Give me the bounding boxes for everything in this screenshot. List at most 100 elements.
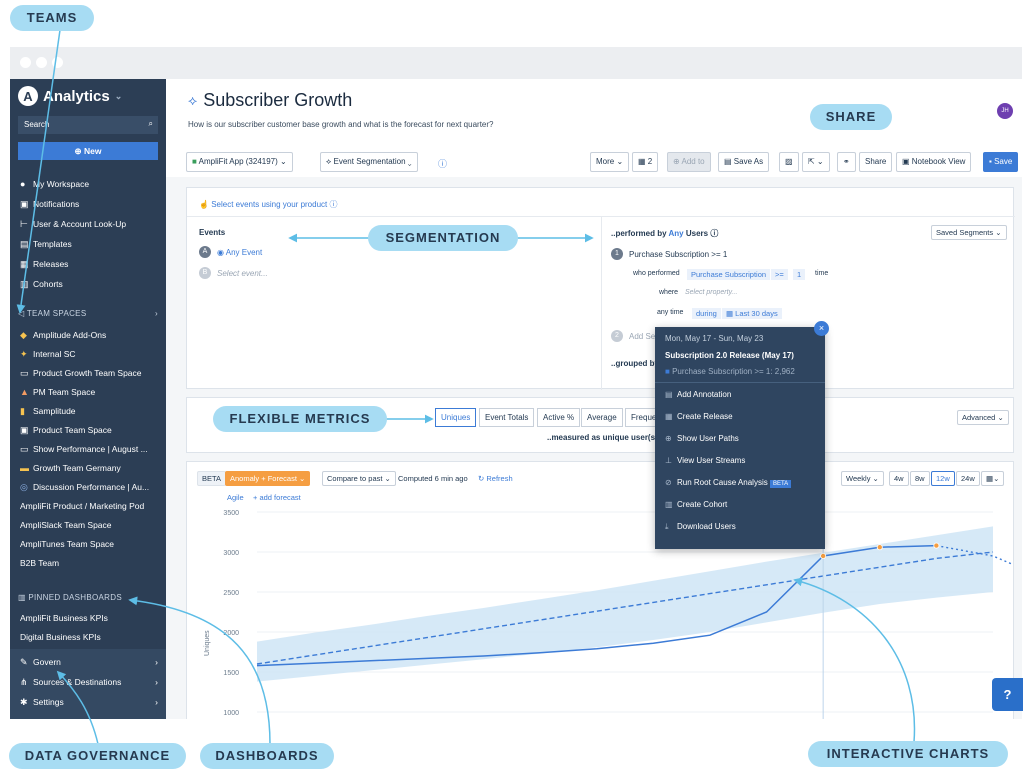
sidebar-item-my-workspace[interactable]: ● My Workspace [20,179,89,189]
chart-type-selector[interactable]: ⟡ Event Segmentation ⌄ [320,152,418,172]
sidebar-item-user-lookup[interactable]: ⊢ User & Account Look-Up [20,219,126,230]
metric-tab-active[interactable]: Active % [537,408,581,427]
new-button[interactable]: ⊕ New [18,142,158,160]
marketing-screenshot: A Analytics ⌄ Search ⌕ ⊕ New ● My Workspa… [0,0,1023,772]
any-selector[interactable]: Any [669,229,684,238]
popup-action-create-cohort[interactable]: ▥ Create Cohort [665,500,727,509]
metric-tab-label: Active % [543,413,575,422]
team-space-item[interactable]: AmpliFit Product / Marketing Pod [20,501,144,511]
date-range-chip[interactable]: ▦ Last 30 days [722,308,782,319]
team-space-item[interactable]: ▭ Product Growth Team Space [20,368,142,379]
team-space-item[interactable]: ◆ Amplitude Add-Ons [20,330,106,341]
metric-tab-event-totals[interactable]: Event Totals [479,408,535,427]
interval-selector[interactable]: Weekly ⌄ [841,471,884,486]
team-spaces-header[interactable]: ◁ TEAM SPACES › [18,309,158,318]
advanced-button[interactable]: Advanced ⌄ [957,410,1009,425]
line-chart[interactable]: 1000 1500 2000 2500 3000 3500 Uniques [187,500,1013,719]
page-title-text[interactable]: Subscriber Growth [203,90,352,111]
search-input[interactable]: Search ⌕ [18,116,158,134]
popup-action-user-streams[interactable]: ⊥ View User Streams [665,456,745,465]
popup-action-create-release[interactable]: ▦ Create Release [665,412,733,421]
more-button[interactable]: More ⌄ [590,152,630,172]
team-space-item[interactable]: ◎ Discussion Performance | Au... [20,482,149,493]
share-button[interactable]: Share [859,152,893,172]
popup-metric: ■ Purchase Subscription >= 1: 2,962 [665,367,795,376]
anomaly-forecast-label: Anomaly + Forecast [230,474,297,483]
pinned-dashboard-item[interactable]: AmpliFit Business KPIs [20,613,108,623]
team-space-item[interactable]: ▣ Product Team Space [20,425,112,436]
calendar-button[interactable]: ▦⌄ [981,471,1005,486]
comment-button[interactable]: ▨ [779,152,799,172]
plus-icon: ⊕ [74,146,84,156]
range-4w[interactable]: 4w [889,471,909,486]
popup-action-root-cause[interactable]: ⊘ Run Root Cause Analysis BETA [665,478,792,488]
close-icon[interactable]: × [814,321,829,336]
template-icon: ▤ [20,239,29,249]
team-space-item[interactable]: ▲ PM Team Space [20,387,95,397]
data-point-marker [933,542,940,549]
save-button[interactable]: ▪ Save [983,152,1019,172]
value-chip[interactable]: 1 [793,269,806,280]
app-title[interactable]: A Analytics ⌄ [18,86,122,106]
operator-chip[interactable]: >= [771,269,788,280]
app-selector[interactable]: ■ AmpliFit App (324197) ⌄ [186,152,293,172]
select-event-input[interactable]: Select event... [217,269,268,278]
interval-label: Weekly [846,474,871,483]
team-space-item[interactable]: B2B Team [20,558,59,568]
select-property-input[interactable]: Select property... [685,289,737,296]
help-button[interactable]: ? [992,678,1023,711]
sidebar-item-cohorts[interactable]: ▥ Cohorts [20,279,63,290]
page-subtitle[interactable]: How is our subscriber customer base grow… [188,120,493,129]
team-space-item[interactable]: AmpliTunes Team Space [20,539,114,549]
compare-button[interactable]: Compare to past ⌄ [322,471,396,486]
avatar[interactable]: JH [997,103,1013,119]
sidebar-item-releases[interactable]: ▦ Releases [20,259,68,270]
range-24w[interactable]: 24w [956,471,980,486]
performed-by-row: ..performed by Any Users ⓘ [611,228,718,239]
pinned-dashboard-item[interactable]: Digital Business KPIs [20,632,101,642]
window-dot [52,57,63,68]
link-button[interactable]: ⚭ [837,152,856,172]
sidebar-item-templates[interactable]: ▤ Templates [20,239,72,250]
team-space-item[interactable]: ▬ Growth Team Germany [20,463,121,473]
team-space-item[interactable]: ▭ Show Performance | August ... [20,444,148,455]
segment-condition[interactable]: Purchase Subscription >= 1 [629,250,727,259]
team-space-item[interactable]: ✦ Internal SC [20,349,76,360]
during-chip[interactable]: during [692,308,721,319]
add-to-button[interactable]: ⊕ Add to [667,152,711,172]
popup-action-label: Create Cohort [677,500,728,509]
add-segment-button[interactable]: Add Se [629,332,655,341]
select-events-prompt[interactable]: ☝ Select events using your product ⓘ [199,199,338,210]
metric-tab-average[interactable]: Average [581,408,623,427]
range-8w[interactable]: 8w [910,471,930,486]
metric-tab-uniques[interactable]: Uniques [435,408,477,427]
team-space-item[interactable]: AmpliSlack Team Space [20,520,112,530]
dashboards-count-button[interactable]: ▦ 2 [632,152,659,172]
range-12w[interactable]: 12w [931,471,955,486]
sidebar-item-settings[interactable]: ✱ Settings › [20,697,158,708]
saved-segments-button[interactable]: Saved Segments ⌄ [931,225,1007,240]
popup-action-download-users[interactable]: ⤓ Download Users [665,522,736,532]
chevron-right-icon: › [155,657,158,667]
refresh-button[interactable]: ↻ Refresh [478,474,513,483]
sidebar-item-govern[interactable]: ✎ Govern › [20,657,158,668]
range-label: 8w [915,474,925,483]
team-space-item[interactable]: ▮ Samplitude [20,406,76,417]
notebook-view-button[interactable]: ▣ Notebook View [896,152,972,172]
search-icon: ⌕ [148,119,153,128]
info-icon[interactable]: ⓘ [438,157,447,170]
save-as-button[interactable]: ▤ Save As [718,152,770,172]
space-icon: ▣ [20,425,29,435]
team-space-label: Show Performance | August ... [33,444,148,454]
sidebar-item-notifications[interactable]: ▣ Notifications [20,199,79,210]
export-button[interactable]: ⇱ ⌄ [802,152,830,172]
popup-action-user-paths[interactable]: ⊕ Show User Paths [665,434,739,443]
who-event-chip[interactable]: Purchase Subscription [687,269,771,280]
main-content: ⟡ Subscriber Growth How is our subscriber… [166,79,1022,719]
sidebar-item-label: Sources & Destinations [33,677,122,687]
team-spaces-label: TEAM SPACES [26,309,87,318]
any-event-selector[interactable]: ◉ Any Event [217,248,262,257]
popup-action-add-annotation[interactable]: ▤ Add Annotation [665,390,731,399]
anomaly-forecast-button[interactable]: Anomaly + Forecast ⌄ [225,471,311,486]
sidebar-item-sources[interactable]: ⋔ Sources & Destinations › [20,677,158,688]
